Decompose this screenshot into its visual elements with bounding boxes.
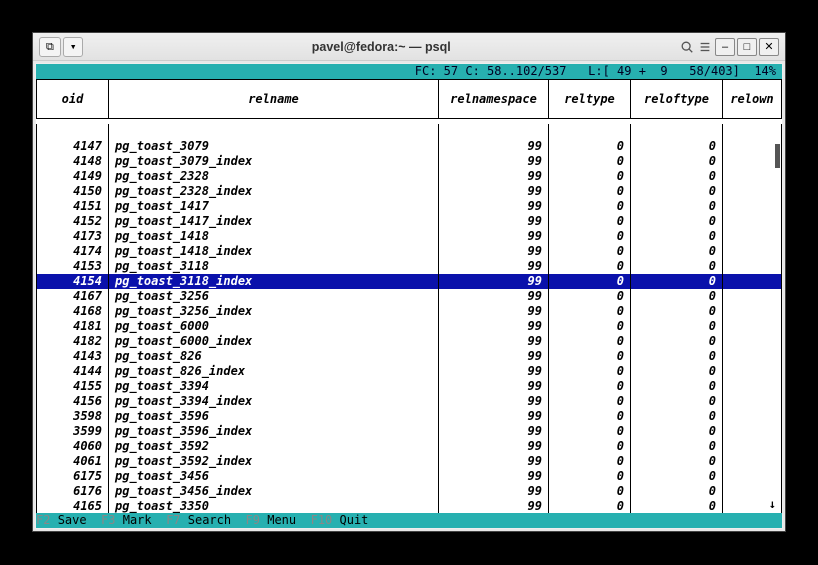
col-reltype: reltype [549,80,631,119]
table-row[interactable]: 4147pg_toast_30799900 [37,139,782,154]
col-oid: oid [37,80,109,119]
maximize-button[interactable]: □ [737,38,757,56]
minimize-button[interactable]: – [715,38,735,56]
scrollbar-thumb[interactable] [775,144,780,168]
window-title: pavel@fedora:~ — psql [87,40,675,54]
table-row[interactable]: 6176pg_toast_3456_index9900 [37,484,782,499]
table-row[interactable]: 4154pg_toast_3118_index9900 [37,274,782,289]
table-row[interactable]: 6175pg_toast_34569900 [37,469,782,484]
terminal-window: ⧉ ▾ pavel@fedora:~ — psql – □ ✕ FC: 57 C… [32,32,786,532]
col-relowner: relown [723,80,782,119]
table-row[interactable]: 4155pg_toast_33949900 [37,379,782,394]
table-row[interactable]: 4149pg_toast_23289900 [37,169,782,184]
terminal-viewport: FC: 57 C: 58..102/537 L:[ 49 + 9 58/403]… [35,63,783,529]
table-row[interactable]: 4061pg_toast_3592_index9900 [37,454,782,469]
table-row[interactable]: 4182pg_toast_6000_index9900 [37,334,782,349]
tab-menu-button[interactable]: ▾ [63,37,84,57]
table-row[interactable]: 4165pg_toast_33509900 [37,499,782,513]
table-row[interactable]: 4174pg_toast_1418_index9900 [37,244,782,259]
table-row[interactable]: 3599pg_toast_3596_index9900 [37,424,782,439]
table-row[interactable]: 4181pg_toast_60009900 [37,319,782,334]
table-row[interactable]: 4156pg_toast_3394_index9900 [37,394,782,409]
table-row[interactable]: 3598pg_toast_35969900 [37,409,782,424]
titlebar: ⧉ ▾ pavel@fedora:~ — psql – □ ✕ [33,33,785,61]
table-row[interactable]: 4153pg_toast_31189900 [37,259,782,274]
footer-bar: F2 Save F3 Mark F7 Search F9 Menu F10 Qu… [36,513,782,528]
search-icon[interactable] [679,39,695,55]
table-body[interactable]: 4147pg_toast_307999004148pg_toast_3079_i… [36,124,782,513]
table-row[interactable]: 4168pg_toast_3256_index9900 [37,304,782,319]
col-relnamespace: relnamespace [439,80,549,119]
table-row[interactable]: 4144pg_toast_826_index9900 [37,364,782,379]
table-row[interactable]: 4173pg_toast_14189900 [37,229,782,244]
menu-icon[interactable] [697,39,713,55]
col-relname: relname [109,80,439,119]
status-line-top: FC: 57 C: 58..102/537 L:[ 49 + 9 58/403]… [36,64,782,79]
close-button[interactable]: ✕ [759,38,779,56]
col-reloftype: reloftype [631,80,723,119]
table-row[interactable]: 4152pg_toast_1417_index9900 [37,214,782,229]
table-row[interactable]: 4167pg_toast_32569900 [37,289,782,304]
scroll-down-indicator: ↓ [769,497,776,511]
table-row[interactable]: 4143pg_toast_8269900 [37,349,782,364]
table-row[interactable]: 4060pg_toast_35929900 [37,439,782,454]
table-row[interactable]: 4148pg_toast_3079_index9900 [37,154,782,169]
table-row[interactable]: 4151pg_toast_14179900 [37,199,782,214]
table-row[interactable]: 4150pg_toast_2328_index9900 [37,184,782,199]
new-tab-button[interactable]: ⧉ [39,37,61,57]
table-header: oid relname relnamespace reltype relofty… [36,79,782,124]
